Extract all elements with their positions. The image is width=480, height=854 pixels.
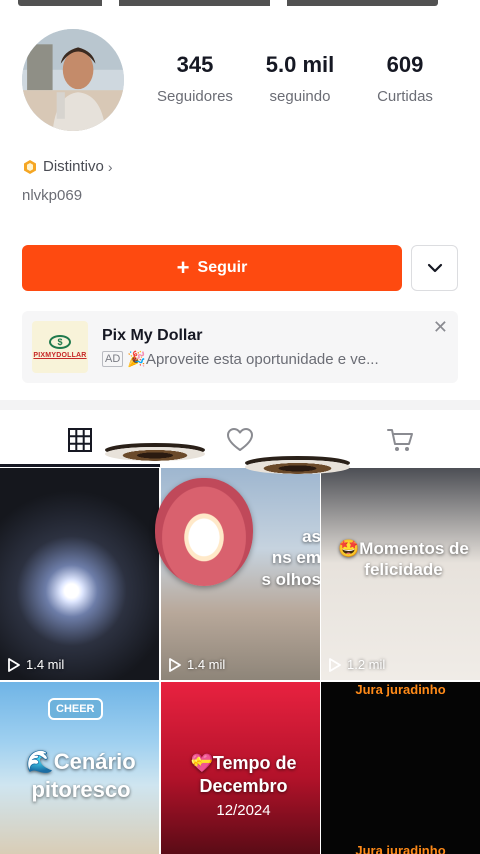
video-bottom-text: Jura juradinho [355,843,446,854]
plus-icon: + [176,255,190,280]
suggestions-dropdown-button[interactable] [411,245,458,291]
ad-logo: $ PIXMYDOLLAR [32,321,88,373]
mouth-sticker [155,478,253,586]
stat-following[interactable]: 5.0 mil seguindo [250,52,350,106]
view-count: 1.4 mil [8,657,64,672]
play-icon [8,657,20,672]
video-caption: 🌊Cenário pitoresco [26,749,136,802]
username: nlvkp069 [22,187,83,204]
followers-label: Seguidores [157,88,233,105]
cart-icon [387,429,413,451]
stat-likes[interactable]: 609 Curtidas [355,52,455,106]
video-thumbnail[interactable]: 🤩Momentos de felicidade 1.2 mil [321,468,480,680]
ad-description-row: AD 🎉Aproveite esta oportunidade e ve... [102,350,418,368]
badge-label: Distintivo [43,158,104,175]
view-count-text: 1.2 mil [347,657,386,672]
play-icon [329,657,341,672]
tab-shop[interactable] [320,412,480,468]
video-caption: 🤩Momentos de felicidade [338,539,469,580]
badge-link[interactable]: Distintivo › [22,158,113,175]
avatar[interactable] [22,29,124,131]
cropped-header [0,0,480,10]
chevron-down-icon [427,263,442,273]
video-date: 12/2024 [216,802,271,819]
following-label: seguindo [269,88,331,105]
sticker-label: CHEER [48,698,103,720]
avatar-photo [22,29,124,131]
video-thumbnail[interactable]: 1.4 mil [0,468,159,680]
content-tabs [0,412,480,468]
view-count: 1.2 mil [329,657,385,672]
likes-label: Curtidas [377,88,433,105]
chevron-right-icon: › [107,158,113,175]
followers-count: 345 [176,52,214,77]
follow-label: Seguir [197,259,248,276]
heart-icon [227,428,253,451]
stat-followers[interactable]: 345 Seguidores [145,52,245,106]
view-count: 1.4 mil [169,657,225,672]
badge-icon [24,159,36,174]
ad-title: Pix My Dollar [102,327,203,344]
following-count: 5.0 mil [265,52,335,77]
video-thumbnail[interactable]: 💝Tempo de Decembro 12/2024 [161,682,320,854]
follow-button[interactable]: + Seguir [22,245,402,291]
ad-description: 🎉Aproveite esta oportunidade e ve... [127,351,379,368]
likes-count: 609 [386,52,424,77]
play-icon [169,657,181,672]
video-caption: 💝Tempo de Decembro [190,753,297,796]
video-thumbnail[interactable]: Jura juradinho Jura juradinho [321,682,480,854]
section-divider [0,400,480,410]
active-tab-indicator [0,464,160,467]
grid-icon [68,428,92,452]
view-count-text: 1.4 mil [26,657,65,672]
eye-sticker [105,447,205,461]
view-count-text: 1.4 mil [187,657,226,672]
ad-logo-text: PIXMYDOLLAR [33,352,87,359]
video-thumbnail[interactable]: CHEER 🌊Cenário pitoresco [0,682,159,854]
video-top-text: Jura juradinho [355,682,446,697]
ad-tag: AD [102,351,124,367]
close-icon[interactable]: ✕ [433,317,448,338]
dollar-icon: $ [49,335,71,349]
eye-sticker [245,460,350,474]
ad-banner[interactable]: $ PIXMYDOLLAR Pix My Dollar AD 🎉Aproveit… [22,311,458,383]
